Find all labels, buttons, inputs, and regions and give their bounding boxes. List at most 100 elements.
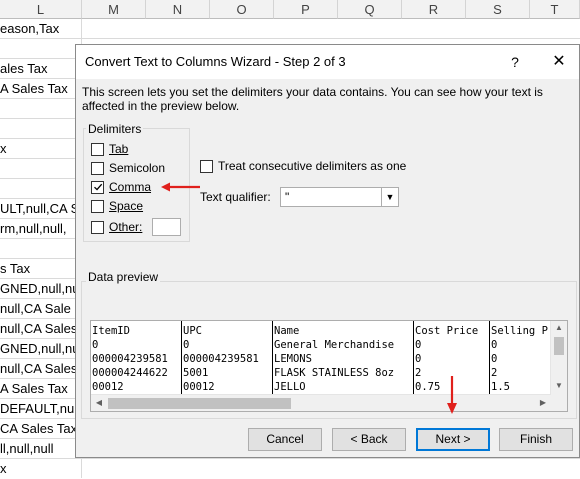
sheet-cell[interactable]: s Tax [0,259,30,279]
sheet-cell[interactable]: ales Tax [0,59,47,79]
dialog-title: Convert Text to Columns Wizard - Step 2 … [85,54,346,69]
preview-cell: 000004239581 [92,353,168,365]
preview-column[interactable]: UPC 0 000004239581 5001 00012 [182,321,273,395]
preview-horizontal-scrollbar[interactable]: ◀ ▶ [91,394,551,411]
gridline [0,38,580,39]
preview-cell: 000004244622 [92,367,168,379]
next-button[interactable]: Next > [416,428,490,451]
sheet-cell[interactable]: CA Sales Tax [0,419,77,439]
tab-checkbox-row[interactable]: Tab [91,141,128,157]
preview-cell: 0.75 [415,381,441,393]
preview-cell: LEMONS [274,353,312,365]
comma-checkbox[interactable] [91,180,104,194]
space-label: Space [109,199,144,213]
preview-header-cell: Name [274,325,300,337]
preview-column[interactable]: Selling P 0 0 2 1.5 [490,321,551,395]
consecutive-checkbox[interactable] [200,159,213,173]
other-checkbox-row[interactable]: Other: [91,219,142,235]
sheet-cell[interactable]: x [0,139,7,159]
semicolon-checkbox[interactable] [91,161,104,175]
column-header-t[interactable]: T [530,0,580,19]
sheet-cell[interactable]: rm,null,null, [0,219,66,239]
other-checkbox[interactable] [91,220,104,234]
data-preview-label: Data preview [86,270,161,284]
preview-cell: 0 [491,353,498,365]
preview-cell: 0 [183,339,190,351]
preview-cell: 0 [92,339,99,351]
text-qualifier-select[interactable]: " ▼ [280,187,399,207]
column-header-s[interactable]: S [466,0,530,19]
scrollbar-corner [551,395,567,411]
chevron-down-icon[interactable]: ▼ [381,188,398,206]
preview-cell: 1.5 [491,381,510,393]
column-header-p[interactable]: P [274,0,338,19]
dialog-description: This screen lets you set the delimiters … [82,85,543,113]
sheet-cell[interactable]: A Sales Tax [0,379,68,399]
sheet-cell[interactable]: eason,Tax [0,19,59,39]
tab-checkbox[interactable] [91,142,104,156]
consecutive-checkbox-row[interactable]: Treat consecutive delimiters as one [200,158,406,174]
comma-checkbox-row[interactable]: Comma [91,179,151,195]
sheet-cell[interactable]: GNED,null,nul [0,279,82,299]
annotation-arrow-next-icon [447,376,457,414]
preview-header-cell: UPC [183,325,202,337]
sheet-cell[interactable]: GNED,null,nu [0,339,79,359]
scroll-left-arrow-icon[interactable]: ◀ [91,398,107,407]
sheet-cell[interactable]: A Sales Tax [0,79,68,99]
text-qualifier-label: Text qualifier: [200,190,271,204]
annotation-arrow-comma-icon [161,182,200,192]
semicolon-label: Semicolon [109,161,166,175]
help-button[interactable]: ? [504,51,526,73]
sheet-cell[interactable]: DEFAULT,null [0,399,80,419]
vertical-scroll-thumb[interactable] [554,337,564,355]
sheet-cell[interactable]: ll,null,null [0,439,53,459]
back-button[interactable]: < Back [332,428,406,451]
data-preview-pane[interactable]: ItemID 0 000004239581 000004244622 00012… [90,320,568,412]
space-checkbox-row[interactable]: Space [91,198,143,214]
space-checkbox[interactable] [91,199,104,213]
column-header-m[interactable]: M [82,0,146,19]
preview-cell: 5001 [183,367,209,379]
semicolon-checkbox-row[interactable]: Semicolon [91,160,165,176]
sheet-cell[interactable]: null,CA Sales [0,359,77,379]
sheet-cell[interactable]: ULT,null,CA S [0,199,79,219]
preview-header-cell: ItemID [92,325,130,337]
finish-button[interactable]: Finish [499,428,573,451]
delimiters-group-label: Delimiters [86,122,144,136]
scroll-right-arrow-icon[interactable]: ▶ [535,398,551,407]
preview-cell: 00012 [92,381,124,393]
text-to-columns-dialog: Convert Text to Columns Wizard - Step 2 … [75,44,580,458]
scroll-up-arrow-icon[interactable]: ▲ [551,323,567,332]
dialog-titlebar[interactable]: Convert Text to Columns Wizard - Step 2 … [76,45,579,79]
preview-vertical-scrollbar[interactable]: ▲ ▼ [550,321,567,395]
preview-cell: 2 [415,367,422,379]
preview-cell: 0 [415,353,422,365]
checkmark-icon [93,183,102,191]
preview-cell: 0 [415,339,422,351]
other-label: Other: [109,220,143,234]
sheet-cell[interactable]: x [0,459,7,479]
scroll-down-arrow-icon[interactable]: ▼ [551,381,567,390]
preview-cell: 0 [491,339,498,351]
close-button[interactable]: ✕ [548,51,570,73]
gridline [0,458,580,459]
preview-header-cell: Selling P [491,325,548,337]
sheet-cell[interactable]: null,CA Sales [0,319,77,339]
preview-column[interactable]: ItemID 0 000004239581 000004244622 00012 [91,321,182,395]
column-header-o[interactable]: O [210,0,274,19]
preview-cell: FLASK STAINLESS 8oz [274,367,395,379]
preview-cell: General Merchandise [274,339,395,351]
column-header-r[interactable]: R [402,0,466,19]
column-header-l[interactable]: L [0,0,82,19]
preview-cell: JELLO [274,381,306,393]
preview-cell: 00012 [183,381,215,393]
cancel-button[interactable]: Cancel [248,428,322,451]
tab-label: Tab [109,142,129,156]
column-header-n[interactable]: N [146,0,210,19]
other-delimiter-input[interactable] [152,218,181,236]
preview-column[interactable]: Name General Merchandise LEMONS FLASK ST… [273,321,414,395]
preview-cell: 000004239581 [183,353,259,365]
horizontal-scroll-thumb[interactable] [108,398,291,409]
sheet-cell[interactable]: null,CA Sale [0,299,71,319]
column-header-q[interactable]: Q [338,0,402,19]
